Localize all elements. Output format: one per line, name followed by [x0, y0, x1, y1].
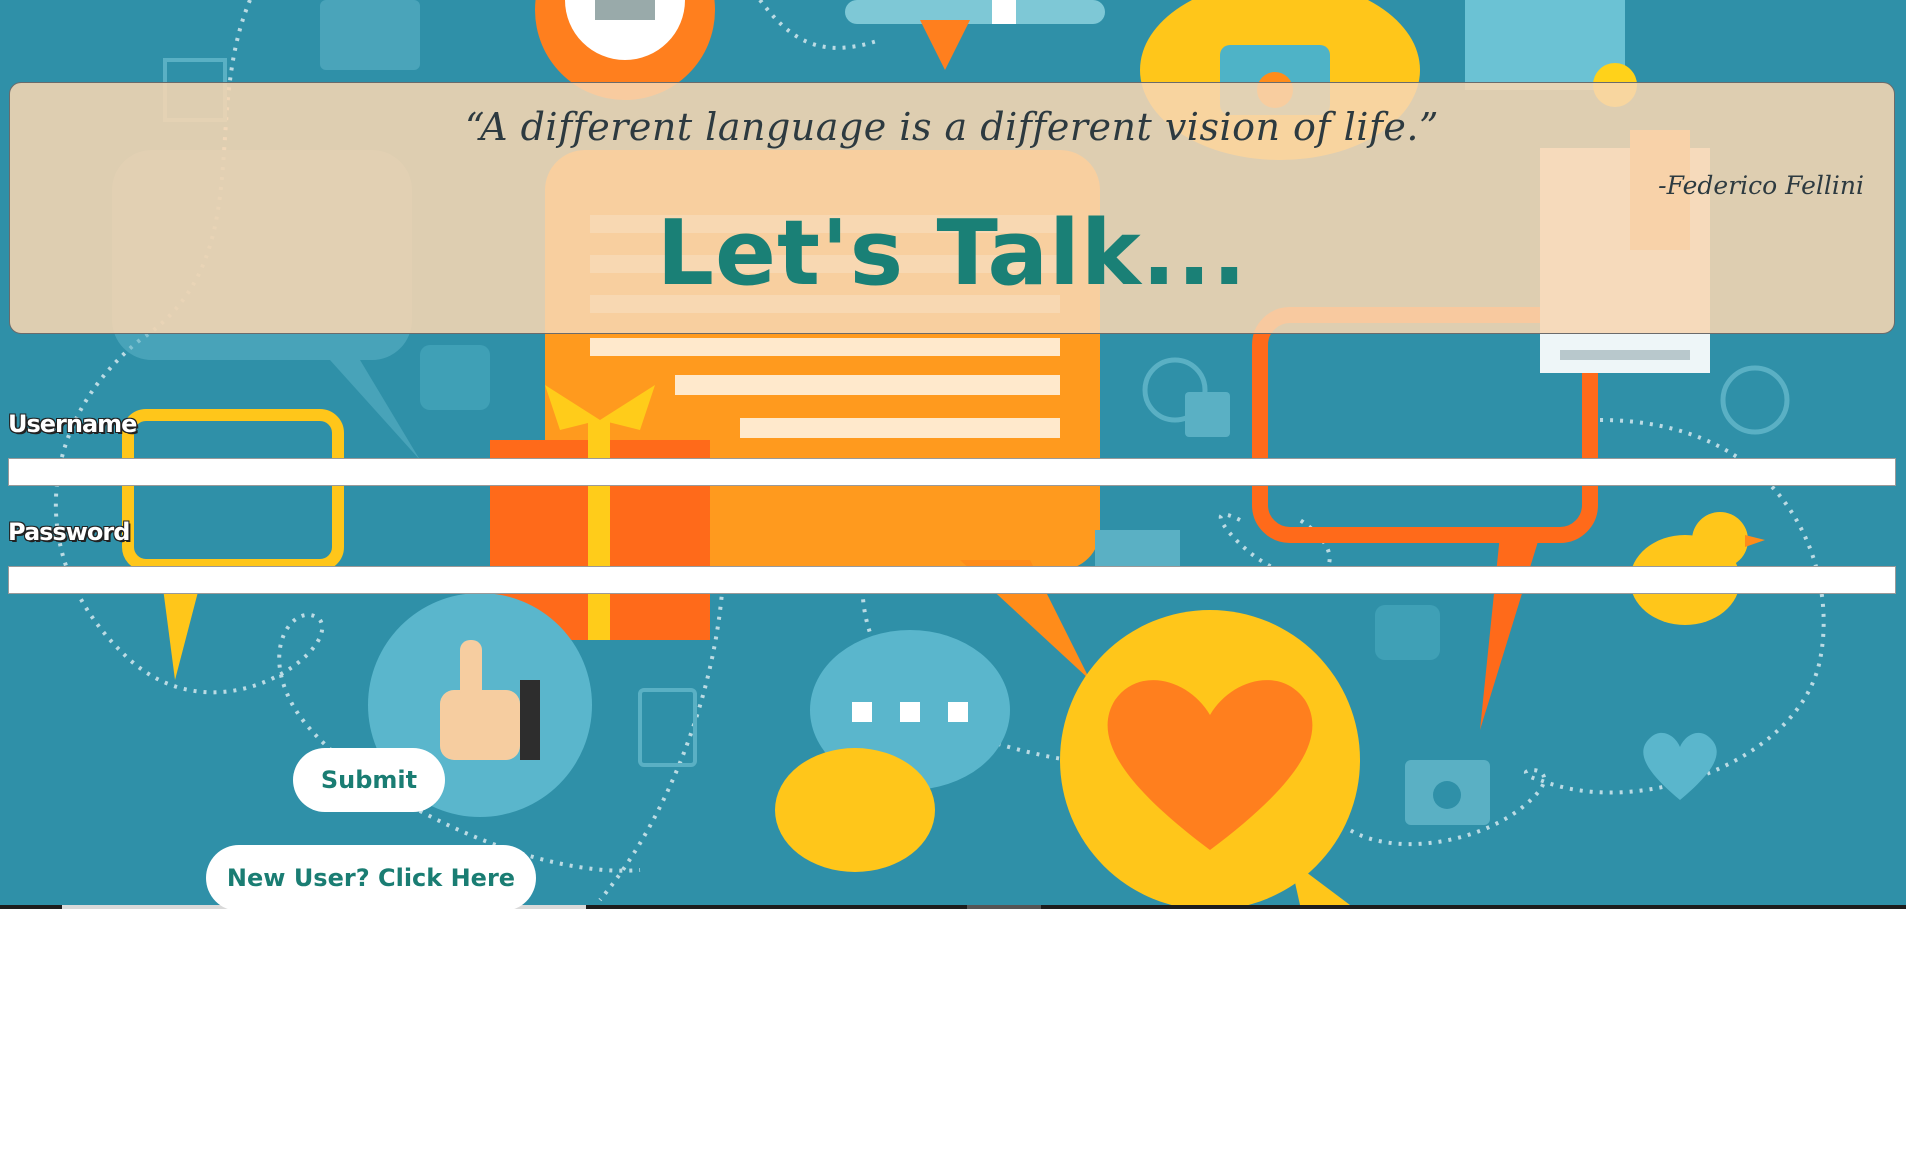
- new-user-button[interactable]: New User? Click Here: [206, 845, 536, 911]
- quote-author: -Federico Fellini: [1658, 171, 1864, 200]
- username-input[interactable]: [8, 458, 1896, 486]
- password-input[interactable]: [8, 566, 1896, 594]
- quote-text: “A different language is a different vis…: [465, 105, 1439, 149]
- quote-banner: “A different language is a different vis…: [9, 82, 1895, 334]
- page-title: Let's Talk...: [656, 201, 1248, 306]
- password-label: Password: [8, 518, 130, 546]
- divider-segment: [967, 905, 1041, 909]
- username-label: Username: [8, 410, 137, 438]
- submit-button[interactable]: Submit: [293, 748, 445, 812]
